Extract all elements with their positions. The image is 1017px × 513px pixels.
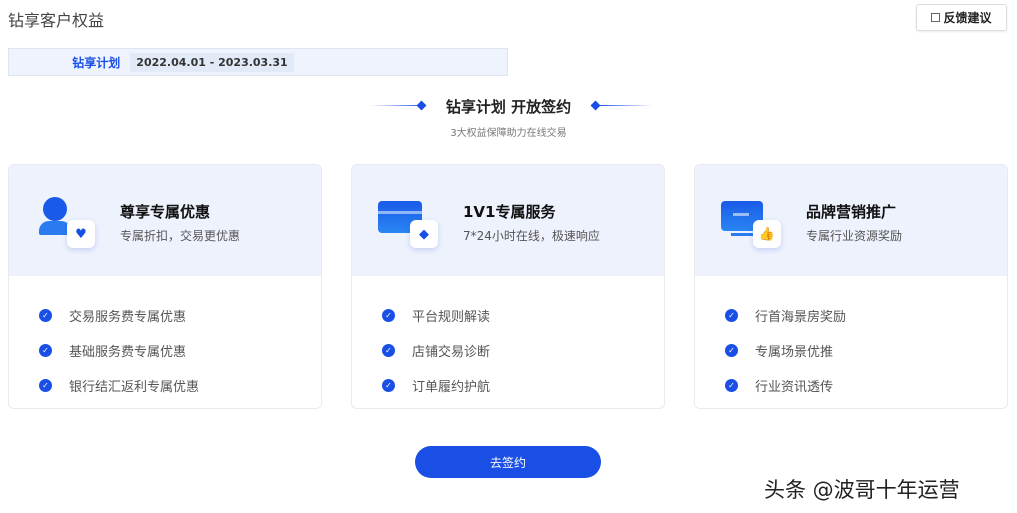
watermark: 头条 @波哥十年运营 (764, 478, 960, 502)
check-icon: ✓ (39, 379, 52, 392)
plan-label: 钻享计划 (72, 55, 121, 70)
card-title: 尊享专属优惠 (120, 203, 211, 221)
card-title: 品牌营销推广 (806, 203, 897, 221)
check-icon: ✓ (382, 379, 395, 392)
plan-period: 2022.04.01 - 2023.03.31 (130, 52, 294, 72)
check-icon: ✓ (725, 344, 738, 357)
list-item: ✓ 行业资讯透传 (695, 368, 1007, 403)
check-icon: ✓ (725, 309, 738, 322)
check-icon: ✓ (725, 379, 738, 392)
benefit-card-service: ◆ 1V1专属服务 7*24小时在线，极速响应 ✓ 平台规则解读 ✓ 店铺交易诊断 … (351, 164, 665, 409)
feedback-button[interactable]: 反馈建议 (916, 4, 1007, 31)
list-item: ✓ 订单履约护航 (352, 368, 664, 403)
section-subheading: 3大权益保障助力在线交易 (450, 128, 567, 139)
list-item: ✓ 平台规则解读 (352, 298, 664, 333)
benefit-card-marketing: 👍 品牌营销推广 专属行业资源奖励 ✓ 行首海景房奖励 ✓ 专属场景优推 ✓ 行业资讯… (694, 164, 1008, 409)
check-icon: ✓ (382, 309, 395, 322)
benefit-card-discount: ♥ 尊享专属优惠 专属折扣，交易更优惠 ✓ 交易服务费专属优惠 ✓ 基础服务费专属优… (8, 164, 322, 409)
page-title: 钻享客户权益 (8, 11, 105, 30)
list-item: ✓ 专属场景优推 (695, 333, 1007, 368)
section-heading: 钻享计划 开放签约 (445, 98, 572, 116)
check-icon: ✓ (39, 344, 52, 357)
divider-right (598, 105, 653, 106)
card-diamond-icon: ◆ (378, 195, 442, 250)
edit-icon (931, 13, 941, 22)
card-subtitle: 专属行业资源奖励 (806, 229, 903, 243)
monitor-thumbsup-icon: 👍 (721, 195, 785, 250)
check-icon: ✓ (39, 309, 52, 322)
sign-up-button[interactable]: 去签约 (415, 446, 601, 478)
list-item: ✓ 交易服务费专属优惠 (9, 298, 321, 333)
check-icon: ✓ (382, 344, 395, 357)
feedback-label: 反馈建议 (943, 11, 992, 25)
card-subtitle: 专属折扣，交易更优惠 (120, 229, 241, 243)
card-subtitle: 7*24小时在线，极速响应 (463, 229, 600, 243)
card-title: 1V1专属服务 (463, 203, 556, 221)
list-item: ✓ 银行结汇返利专属优惠 (9, 368, 321, 403)
list-item: ✓ 店铺交易诊断 (352, 333, 664, 368)
user-heart-icon: ♥ (39, 195, 99, 250)
list-item: ✓ 基础服务费专属优惠 (9, 333, 321, 368)
list-item: ✓ 行首海景房奖励 (695, 298, 1007, 333)
plan-period-bar: 钻享计划 2022.04.01 - 2023.03.31 (8, 48, 508, 76)
